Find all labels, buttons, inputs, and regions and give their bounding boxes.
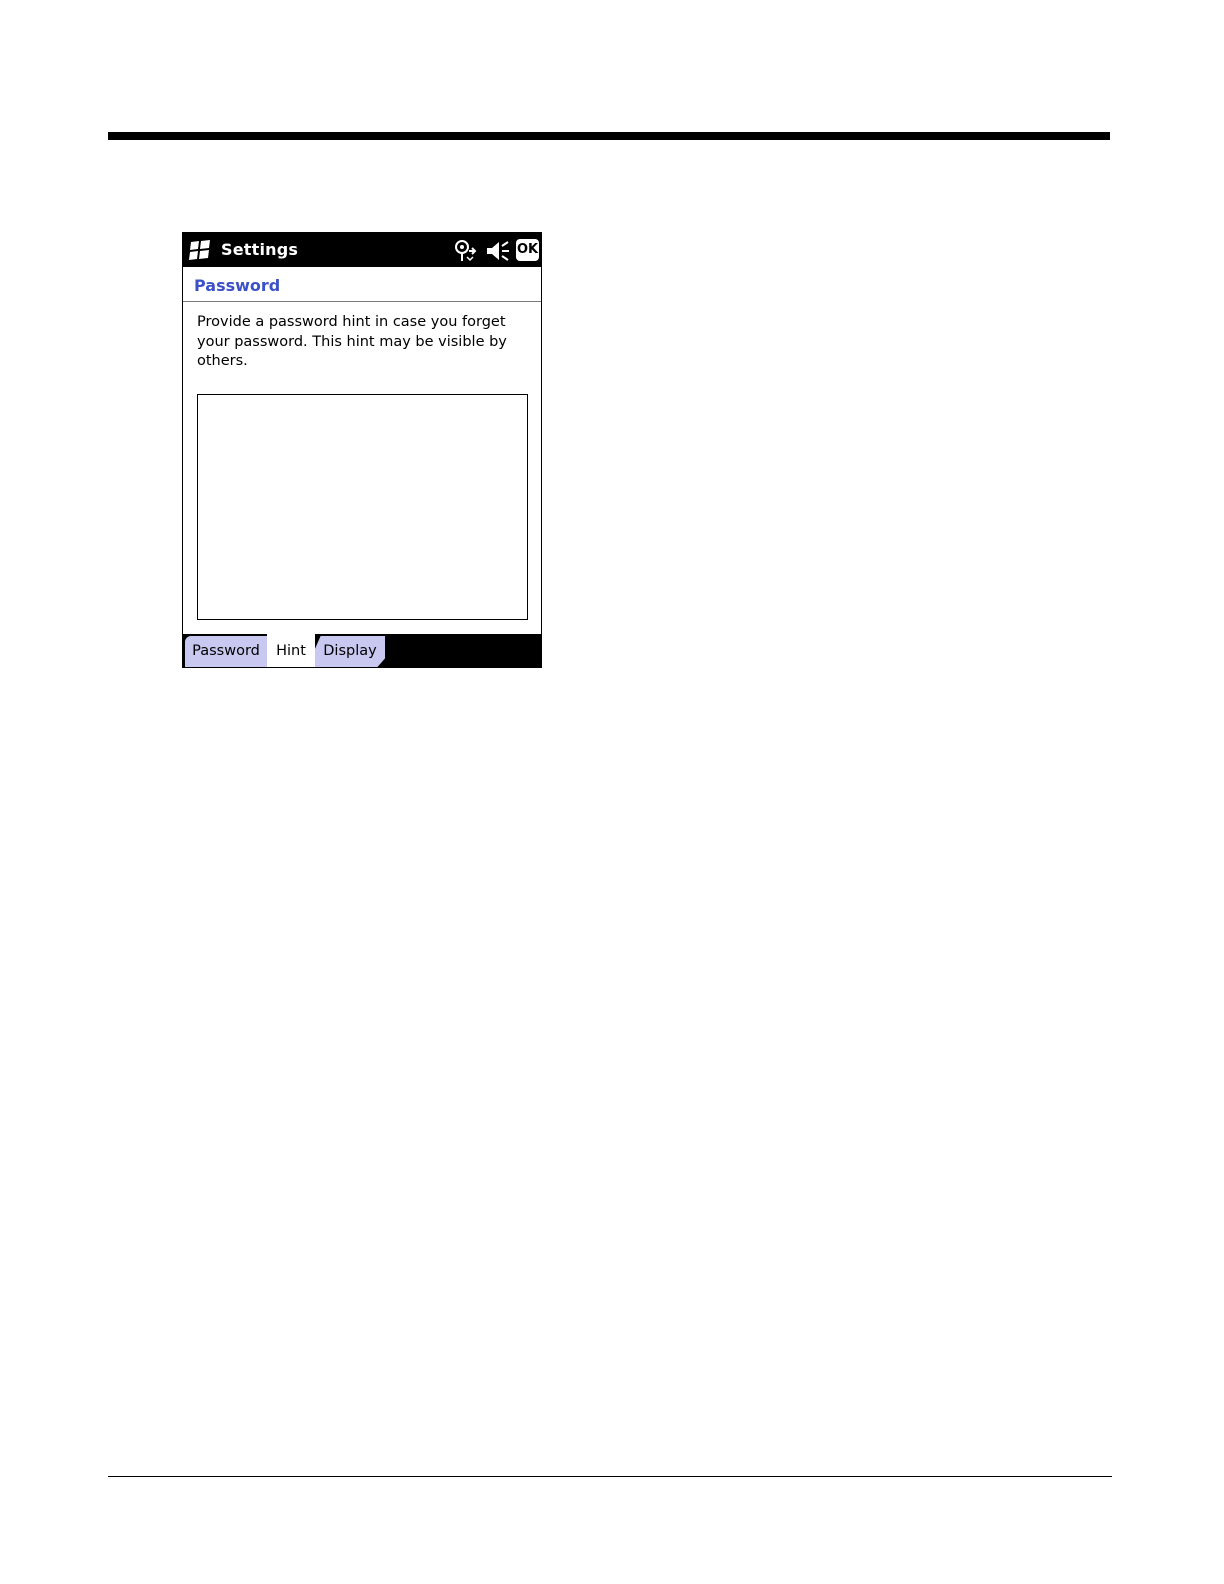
tab-bar: Password Hint Display — [183, 634, 541, 667]
connectivity-icon[interactable] — [453, 239, 481, 263]
top-rule — [108, 132, 1110, 140]
speaker-volume-icon[interactable] — [485, 239, 511, 263]
windows-start-icon[interactable] — [188, 239, 212, 261]
hint-instructions: Provide a password hint in case you forg… — [197, 314, 507, 369]
ok-button[interactable]: OK — [516, 239, 539, 261]
title-bar: Settings OK — [183, 233, 541, 267]
password-hint-input[interactable] — [197, 394, 528, 620]
settings-window: Settings OK Password Provide a password … — [182, 232, 542, 668]
page-title: Password — [194, 276, 281, 295]
title-divider — [183, 301, 541, 302]
bottom-rule — [108, 1476, 1112, 1477]
tab-hint[interactable]: Hint — [267, 634, 315, 667]
window-title: Settings — [221, 240, 299, 259]
tab-password[interactable]: Password — [185, 636, 267, 667]
tab-display[interactable]: Display — [315, 636, 385, 667]
